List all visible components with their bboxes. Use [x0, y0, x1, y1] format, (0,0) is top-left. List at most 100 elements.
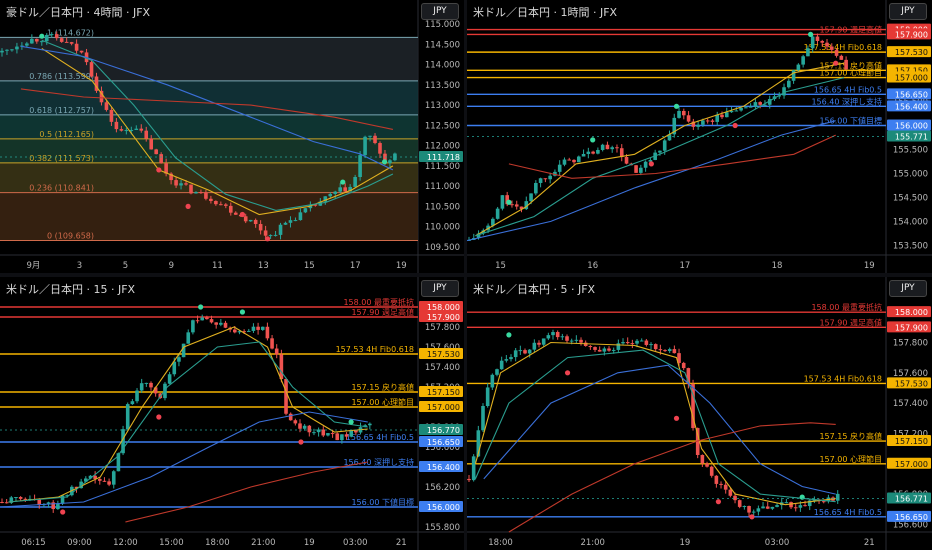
chart-panel-usdjpy-5m[interactable]: 157.800157.600157.400157.200157.000156.8…: [467, 277, 932, 550]
key-level-label: 156.40 深押し支持: [343, 457, 414, 467]
swing-marker: [506, 199, 512, 205]
candle-body: [635, 340, 639, 344]
currency-button[interactable]: JPY: [421, 280, 459, 297]
key-level-label: 157.53 4H Fib0.618: [804, 374, 882, 383]
chart-canvas[interactable]: 157.800157.600157.400157.200157.000156.8…: [0, 277, 464, 550]
candle-body: [586, 151, 591, 154]
candle-body: [538, 178, 543, 183]
candle-body: [278, 224, 283, 235]
candle-body: [181, 343, 186, 358]
candle-body: [144, 382, 149, 384]
candle-body: [791, 70, 796, 81]
x-tick-label: 19: [864, 261, 875, 271]
candle-body: [681, 362, 686, 369]
candle-body: [615, 147, 619, 149]
chart-title: 米ドル／日本円 · 15 · JFX: [6, 283, 136, 296]
swing-marker: [156, 414, 162, 420]
candle-body: [64, 41, 69, 43]
candle-body: [15, 46, 19, 50]
candle-body: [543, 178, 548, 180]
fib-level-label: 0.236 (110.841): [29, 184, 94, 193]
swing-marker: [381, 159, 388, 165]
chart-panel-usdjpy-1h[interactable]: 158.000157.500157.000156.500156.000155.5…: [467, 0, 932, 273]
swing-marker: [298, 439, 304, 445]
currency-button[interactable]: JPY: [889, 280, 927, 297]
candle-body: [658, 150, 662, 153]
chart-panel-usdjpy-15m[interactable]: 157.800157.600157.400157.200157.000156.8…: [0, 277, 464, 550]
key-level-label: 156.40 深押し支持: [811, 96, 882, 106]
candle-body: [233, 329, 237, 333]
key-level-label: 156.00 下値目標: [819, 116, 882, 126]
candle-body: [541, 338, 546, 345]
candle-body: [54, 34, 59, 39]
candle-body: [388, 160, 392, 164]
candle-body: [373, 135, 377, 144]
currency-button[interactable]: JPY: [889, 3, 927, 20]
y-tick-label: 114.000: [425, 61, 460, 71]
key-level-label: 158.00 最重要抵抗: [811, 302, 882, 312]
candle-body: [751, 511, 756, 513]
candle-body: [835, 493, 840, 501]
candle-body: [97, 478, 102, 481]
moving-average-line: [483, 364, 836, 495]
chart-canvas[interactable]: 1 (114.672)0.786 (113.599)0.618 (112.757…: [0, 0, 464, 273]
chart-canvas[interactable]: 158.000157.500157.000156.500156.000155.5…: [467, 0, 932, 273]
key-level-label: 158.00 最重要抵抗: [343, 297, 414, 307]
y-tick-label: 155.800: [425, 523, 460, 533]
candle-body: [154, 149, 158, 155]
key-level-label: 156.00 下値目標: [351, 497, 414, 507]
candle-body: [353, 176, 357, 187]
candle-body: [748, 106, 753, 108]
candle-body: [724, 112, 729, 118]
swing-marker: [732, 122, 738, 129]
key-level-label: 157.00 心理節目: [351, 397, 414, 407]
candle-body: [368, 423, 372, 426]
y-tick-label: 157.600: [893, 369, 928, 379]
price-tag-label: 157.900: [427, 313, 460, 322]
candle-body: [801, 56, 805, 65]
price-tag-label: 157.000: [427, 403, 460, 412]
chart-canvas[interactable]: 157.800157.600157.400157.200157.000156.8…: [467, 277, 932, 550]
candle-body: [30, 38, 34, 44]
candle-body: [330, 433, 335, 435]
x-tick-label: 06:15: [21, 538, 46, 548]
y-tick-label: 113.500: [425, 81, 460, 91]
candle-body: [172, 361, 177, 375]
candle-body: [686, 115, 691, 122]
candle-body: [279, 354, 284, 380]
candle-body: [270, 338, 274, 349]
x-tick-label: 17: [679, 261, 690, 271]
candle-body: [139, 128, 144, 131]
candle-body: [228, 205, 233, 213]
candle-body: [111, 471, 116, 485]
y-tick-label: 155.000: [893, 169, 928, 179]
candle-body: [214, 200, 218, 205]
candle-body: [605, 144, 610, 150]
candle-body: [293, 420, 298, 424]
candle-body: [303, 208, 308, 213]
candle-body: [490, 374, 495, 388]
currency-button[interactable]: JPY: [421, 3, 459, 20]
fib-level-label: 0.5 (112.165): [39, 130, 94, 139]
chart-panel-audjpy-4h[interactable]: 1 (114.672) 0.786 (113.599) 0.618 (112.757…: [0, 0, 464, 273]
candle-body: [288, 220, 293, 223]
candle-body: [340, 434, 344, 441]
candle-body: [253, 219, 258, 225]
candle-body: [343, 187, 347, 192]
swing-marker: [673, 415, 680, 421]
fib-level-label: 1 (114.672): [47, 28, 94, 37]
swing-marker: [239, 309, 246, 315]
candle-body: [265, 326, 270, 339]
price-tag-label: 157.150: [427, 388, 460, 397]
chart-title: 米ドル／日本円 · 1時間 · JFX: [473, 6, 618, 19]
candle-body: [5, 49, 9, 51]
candle-body: [705, 463, 709, 467]
y-tick-label: 156.600: [893, 520, 928, 530]
x-tick-label: 12:00: [113, 538, 138, 548]
candle-body: [509, 357, 513, 360]
x-tick-label: 21:00: [251, 538, 276, 548]
candle-body: [186, 332, 191, 344]
candle-body: [4, 502, 9, 504]
candle-body: [569, 340, 574, 342]
price-tag-label: 158.000: [895, 308, 928, 317]
